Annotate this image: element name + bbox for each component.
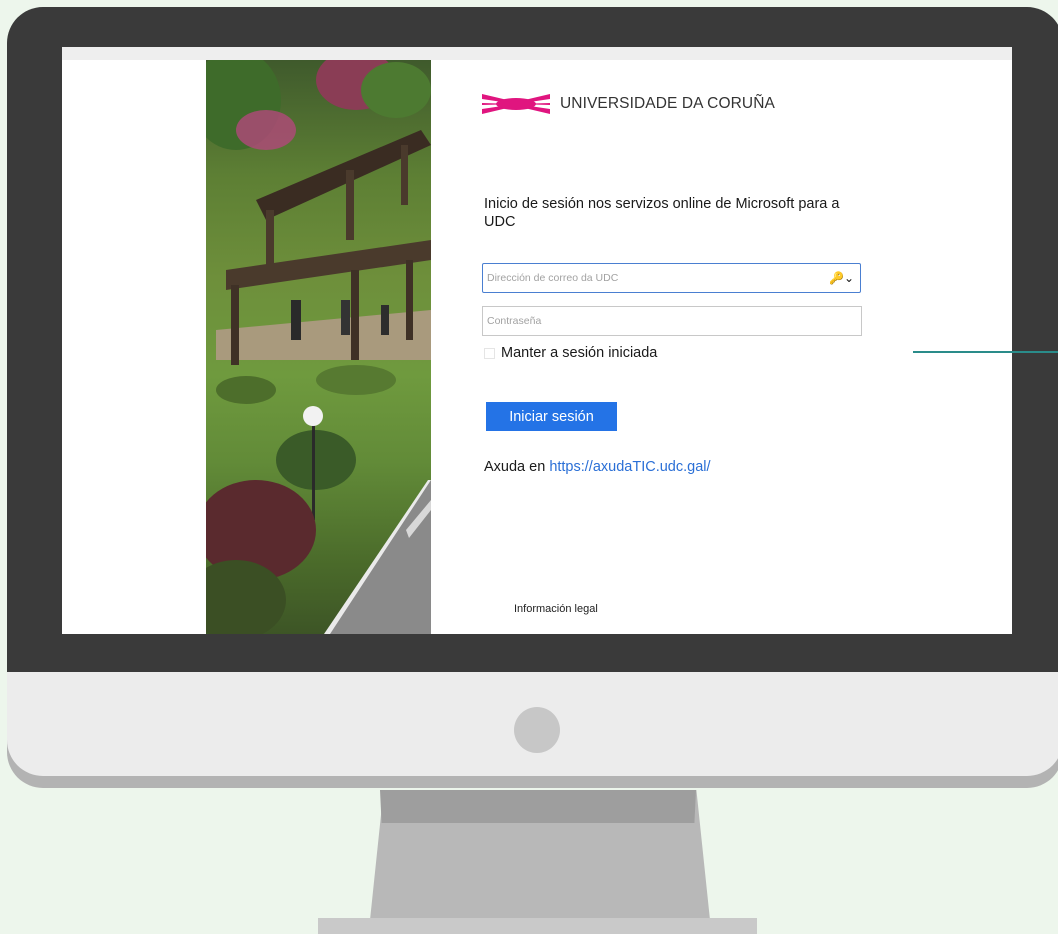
help-prefix: Axuda en — [484, 459, 550, 475]
screen: UNIVERSIDADE DA CORUÑA Inicio de sesión … — [62, 47, 1012, 634]
udc-logo-icon — [482, 94, 550, 114]
password-input[interactable] — [483, 307, 787, 335]
remember-label: Manter a sesión iniciada — [501, 345, 658, 361]
screen-top-bar — [62, 47, 1012, 60]
help-row: Axuda en https://axudaTIC.udc.gal/ — [484, 459, 711, 475]
monitor-stand-base — [318, 918, 757, 934]
university-logo: UNIVERSIDADE DA CORUÑA — [482, 89, 775, 119]
key-chevron-icon[interactable]: 🔑⌄ — [829, 271, 854, 285]
help-link[interactable]: https://axudaTIC.udc.gal/ — [549, 459, 710, 475]
email-input[interactable] — [483, 264, 787, 292]
password-field[interactable] — [482, 306, 862, 336]
pointer-line — [913, 351, 1058, 353]
power-button — [514, 707, 560, 753]
signin-button[interactable]: Iniciar sesión — [486, 402, 617, 431]
campus-photo — [206, 60, 431, 634]
remember-session-row[interactable]: Manter a sesión iniciada — [484, 345, 657, 361]
university-name: UNIVERSIDADE DA CORUÑA — [560, 95, 775, 112]
legal-info-link[interactable]: Información legal — [514, 603, 598, 615]
monitor-stand-neck-shadow — [380, 790, 696, 823]
email-field[interactable]: 🔑⌄ — [482, 263, 861, 293]
login-title: Inicio de sesión nos servizos online de … — [484, 196, 840, 230]
remember-checkbox[interactable] — [484, 347, 495, 359]
